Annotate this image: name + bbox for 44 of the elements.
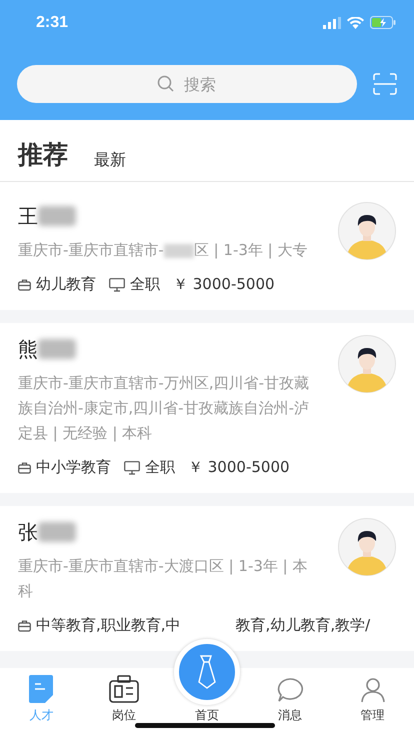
nav-tab[interactable]: 管理 <box>342 677 403 724</box>
address-text: 重庆市-重庆市直辖市-万州区,四川省-甘孜藏族自治州-康定市,四川省-甘孜藏族自治州-泸定县 | 无经验 | 本科 <box>18 374 310 442</box>
monitor-icon <box>109 278 125 292</box>
category-text: 幼儿教育 <box>36 275 96 294</box>
briefcase-icon <box>18 462 31 474</box>
status-time: 2:31 <box>36 14 68 32</box>
signal-icon <box>323 16 341 28</box>
scan-icon[interactable] <box>373 73 397 95</box>
document-icon <box>29 675 54 703</box>
category-text: 教育,幼儿教育,教学/ <box>236 616 370 635</box>
candidate-name: 熊 <box>18 336 38 362</box>
wifi-icon <box>347 16 364 28</box>
monitor-icon <box>124 460 140 474</box>
tab[interactable]: 最新 <box>94 150 126 171</box>
nav-tab[interactable]: 消息 <box>260 677 320 724</box>
necktie-icon <box>196 655 218 689</box>
id-card-icon <box>109 675 140 703</box>
tab[interactable]: 推荐 <box>18 138 68 171</box>
candidate-card[interactable]: 熊 重庆市-重庆市直辖市-万州区,四川省-甘孜藏族自治州-康定市,四川省-甘孜藏族自治州-泸定县 | 无经验 | 本科 中小学教育 全职 ￥ 3000-5000 <box>0 323 414 493</box>
candidate-card[interactable]: 张 重庆市-重庆市直辖市-大渡口区 | 1-3年 | 本科 中等教育,职业教育,中 教育,幼儿教育,教学/ <box>0 506 414 651</box>
redaction-mark <box>164 244 194 258</box>
battery-icon <box>370 16 396 29</box>
briefcase-icon <box>18 278 31 290</box>
address-text: 重庆市-重庆市直辖市- <box>18 241 164 259</box>
job-type-text: 全职 <box>130 275 160 294</box>
salary-text: ￥ 3000-5000 <box>188 458 290 477</box>
address-text: 区 | 1-3年 | 大专 <box>194 241 308 259</box>
job-type-text: 全职 <box>145 458 175 477</box>
salary-text: ￥ 3000-5000 <box>173 275 275 294</box>
avatar-icon <box>338 202 396 260</box>
avatar-icon <box>338 518 396 576</box>
search-field[interactable]: 搜索 <box>17 65 357 103</box>
address-text: 重庆市-重庆市直辖市-大渡口区 | 1-3年 | 本科 <box>18 557 308 600</box>
candidate-card[interactable]: 王 重庆市-重庆市直辖市- 区 | 1-3年 | 大专 幼儿教育 全职 ￥ 3000-5000 <box>0 190 414 310</box>
chat-icon <box>276 677 304 703</box>
person-icon <box>360 677 386 703</box>
category-text: 中等教育,职业教育,中 <box>36 616 181 635</box>
briefcase-icon <box>18 620 31 632</box>
search-icon <box>157 75 175 93</box>
nav-tab[interactable]: 岗位 <box>94 675 154 724</box>
category-text: 中小学教育 <box>36 458 111 477</box>
avatar-icon <box>338 335 396 393</box>
candidate-name: 张 <box>18 518 38 546</box>
candidate-name: 王 <box>18 202 38 230</box>
